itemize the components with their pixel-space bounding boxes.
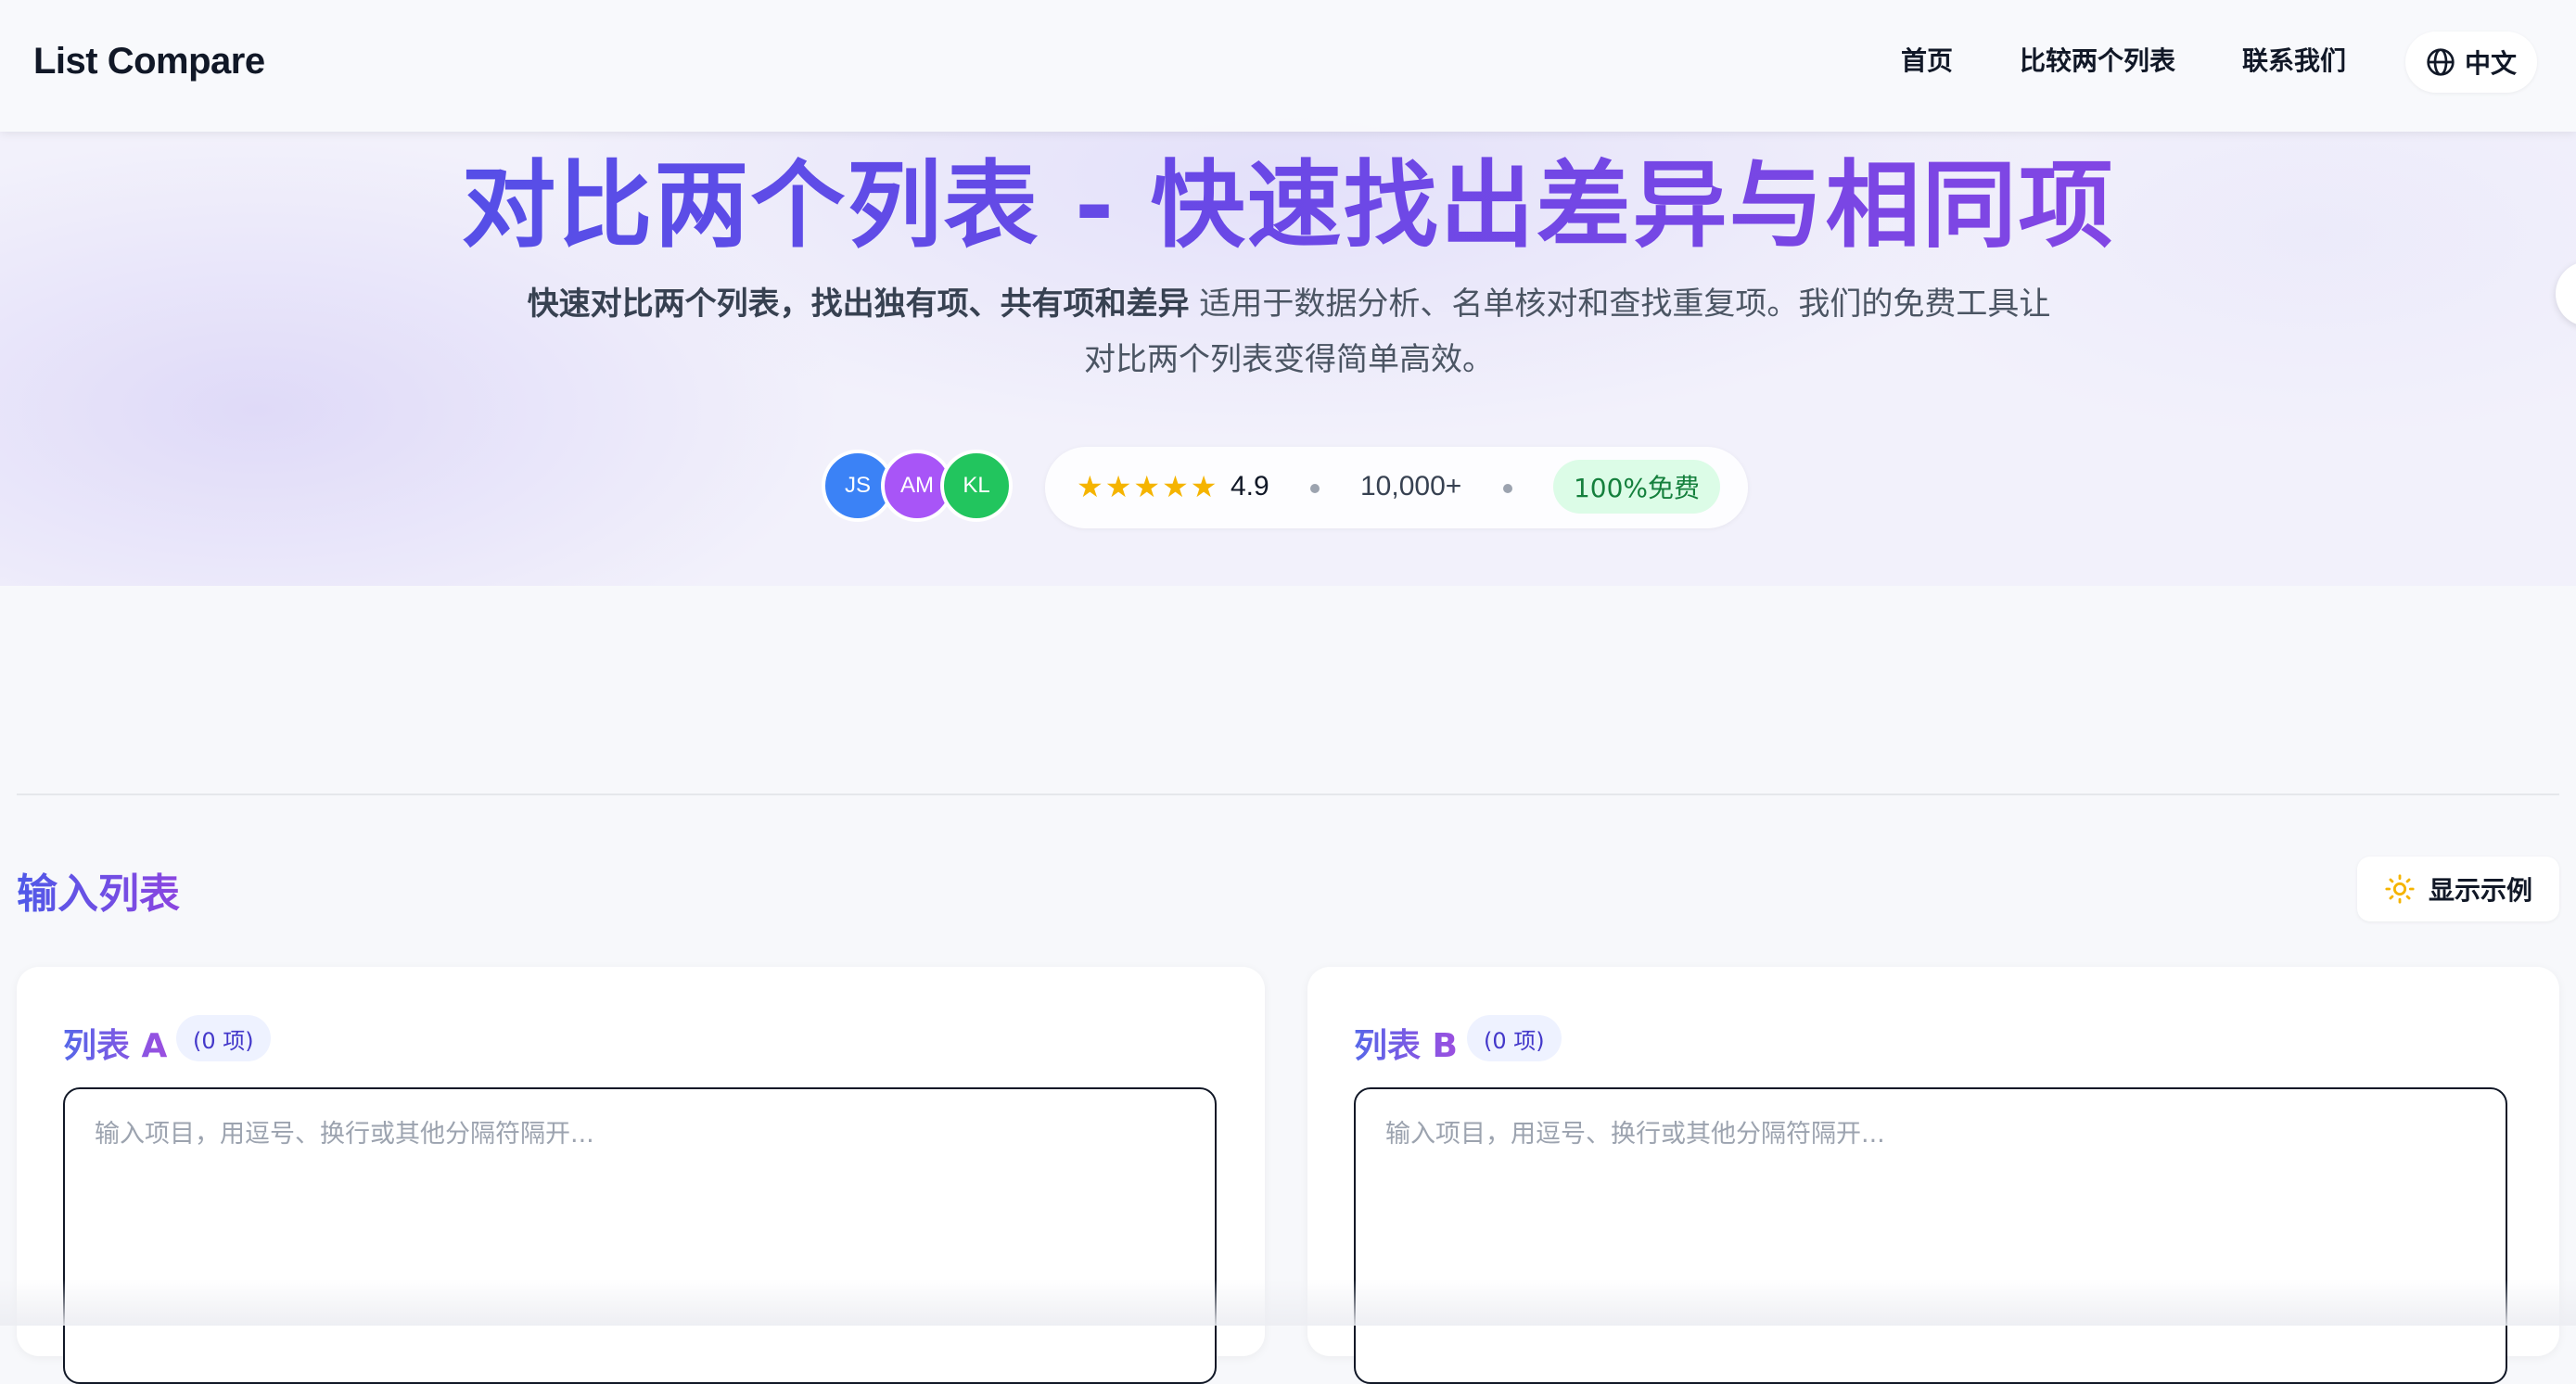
language-label: 中文	[2464, 48, 2517, 79]
nav-link-contact[interactable]: 联系我们	[2242, 41, 2346, 78]
language-switcher[interactable]: 中文	[2405, 32, 2537, 93]
list-b-input[interactable]	[1354, 1087, 2507, 1384]
list-a-title: 列表 A	[63, 1019, 167, 1067]
free-badge: 100%免费	[1553, 460, 1720, 514]
list-a-input[interactable]	[63, 1087, 1217, 1384]
list-b-title: 列表 B	[1354, 1019, 1458, 1067]
globe-icon	[2427, 48, 2455, 76]
avatar-group: JS AM KL	[822, 450, 1016, 524]
hero-subtitle: 快速对比两个列表，找出独有项、共有项和差异 适用于数据分析、名单核对和查找重复项…	[519, 276, 2059, 387]
avatar: KL	[940, 450, 1013, 522]
rating-value: 4.9	[1231, 471, 1269, 502]
page-title: 对比两个列表 - 快速找出差异与相同项	[0, 130, 2576, 266]
top-navbar: List Compare 首页 比较两个列表 联系我们 中文	[0, 0, 2576, 132]
list-a-count-badge: (0 项)	[176, 1015, 271, 1061]
nav-link-compare[interactable]: 比较两个列表	[2020, 41, 2175, 78]
sun-icon	[2385, 874, 2415, 904]
show-example-label: 显示示例	[2428, 875, 2532, 906]
show-example-button[interactable]: 显示示例	[2357, 857, 2559, 921]
user-count: 10,000+	[1360, 471, 1462, 502]
list-b-count-badge: (0 项)	[1467, 1015, 1562, 1061]
stats-pill: ★★★★★ 4.9 10,000+ 100%免费	[1045, 447, 1748, 528]
hero-subtitle-text: 适用于数据分析、名单核对和查找重复项。我们的免费工具让对比两个列表变得简单高效。	[1084, 286, 2051, 378]
list-a-card: 列表 A (0 项)	[17, 967, 1265, 1384]
rating-stars-icon: ★★★★★	[1077, 469, 1219, 504]
section-title: 输入列表	[17, 860, 180, 920]
separator-dot	[1503, 484, 1512, 493]
list-b-card: 列表 B (0 项)	[1307, 967, 2559, 1384]
hero-subtitle-emphasis: 快速对比两个列表，找出独有项、共有项和差异	[527, 286, 1190, 323]
brand-logo[interactable]: List Compare	[33, 41, 265, 83]
section-divider	[17, 794, 2559, 795]
separator-dot	[1310, 484, 1320, 493]
nav-link-home[interactable]: 首页	[1901, 41, 1953, 78]
